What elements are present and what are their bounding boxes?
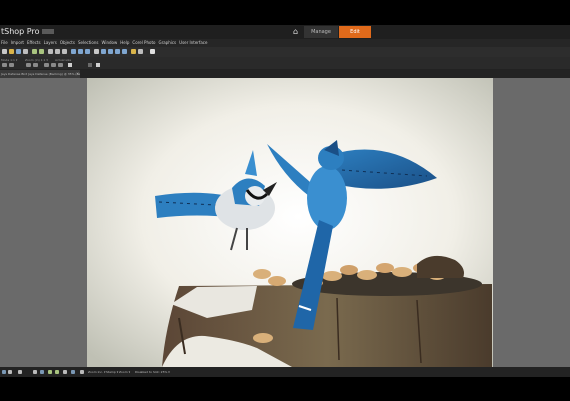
menu-window[interactable]: Window [102, 39, 118, 47]
zoom-out-status-icon[interactable] [55, 370, 59, 374]
undo-history-icon[interactable] [18, 370, 22, 374]
option-actual-label: Actual size [55, 58, 72, 62]
actual-size-icon[interactable] [68, 63, 72, 67]
zoom-actual-icon[interactable] [44, 63, 49, 67]
zoom-fit-icon[interactable] [26, 63, 31, 67]
menu-graphics[interactable]: Graphics [158, 39, 176, 47]
fit-window-icon[interactable] [96, 63, 100, 67]
copy-icon[interactable] [55, 49, 60, 54]
toolbar [0, 47, 570, 57]
undo-icon[interactable] [32, 49, 37, 54]
status-zoom[interactable]: Zoom ▾ [119, 367, 130, 377]
zoom-window-icon[interactable] [33, 63, 38, 67]
adjust-icon[interactable] [131, 49, 136, 54]
tab-edit[interactable]: Edit [339, 26, 371, 38]
menu-user-interface[interactable]: User Interface [179, 39, 207, 47]
camera-icon[interactable] [33, 370, 37, 374]
grid-icon[interactable] [108, 49, 113, 54]
option-zoom-label: Zoom (in) 1:1 ▾ [25, 58, 48, 62]
zoom-in-icon[interactable] [2, 63, 7, 67]
info-icon[interactable] [8, 370, 12, 374]
fit-status-icon[interactable] [71, 370, 75, 374]
lock-icon[interactable] [138, 49, 143, 54]
tab-manage[interactable]: Manage [304, 26, 338, 38]
layers-icon[interactable] [2, 370, 6, 374]
status-stamp[interactable]: Stamp ▾ [106, 367, 118, 377]
document-tab[interactable]: Jays Defense Bird Jays Defense (Backing)… [0, 70, 80, 78]
status-disabled[interactable]: Disabled to Slot: 25% ▾ [135, 367, 170, 377]
save-icon[interactable] [16, 49, 21, 54]
status-zoom-inc[interactable]: Zoom Inc. ▾ [88, 367, 105, 377]
crop-icon[interactable] [71, 49, 76, 54]
status-bar: Zoom Inc. ▾ Stamp ▾ Zoom ▾ Disabled to S… [0, 367, 570, 377]
document-tab-row: Jays Defense Bird Jays Defense (Backing)… [0, 70, 570, 78]
actual-status-icon[interactable] [80, 370, 84, 374]
tool-options-bar: Mode 1:1 ▾ Zoom (in) 1:1 ▾ Actual size [0, 57, 570, 70]
menu-layers[interactable]: Layers [44, 39, 57, 47]
overview-icon[interactable] [63, 370, 67, 374]
redo-icon[interactable] [39, 49, 44, 54]
guides-icon[interactable] [115, 49, 120, 54]
menu-objects[interactable]: Objects [60, 39, 75, 47]
zoom-icon[interactable] [94, 49, 99, 54]
zoom-step-icon[interactable] [51, 63, 56, 67]
fit-icon[interactable] [101, 49, 106, 54]
flip-icon[interactable] [85, 49, 90, 54]
close-icon[interactable]: × [76, 70, 79, 78]
zoom-out-icon[interactable] [9, 63, 14, 67]
print-icon[interactable] [23, 49, 28, 54]
image-canvas[interactable] [87, 78, 493, 367]
option-mode-label: Mode 1:1 ▾ [1, 58, 18, 62]
zoom-mode-icon[interactable] [58, 63, 63, 67]
palette-icon[interactable] [40, 370, 44, 374]
paste-icon[interactable] [62, 49, 67, 54]
separator-icon [88, 63, 92, 67]
menu-file[interactable]: File [1, 39, 8, 47]
menu-import[interactable]: Import [11, 39, 24, 47]
rotate-icon[interactable] [78, 49, 83, 54]
title-bar: tShop Pro ⌂ Manage Edit [0, 25, 570, 39]
workspace [0, 78, 570, 367]
open-icon[interactable] [9, 49, 14, 54]
more-icon[interactable] [150, 49, 155, 54]
cut-icon[interactable] [48, 49, 53, 54]
ruler-icon[interactable] [122, 49, 127, 54]
home-icon[interactable]: ⌂ [290, 27, 301, 37]
app-title: tShop Pro [0, 25, 54, 39]
menu-bar: File Import Effects Layers Objects Selec… [0, 39, 570, 47]
menu-selections[interactable]: Selections [78, 39, 99, 47]
title-tag [41, 29, 54, 34]
menu-help[interactable]: Help [120, 39, 129, 47]
zoom-in-status-icon[interactable] [48, 370, 52, 374]
menu-effects[interactable]: Effects [27, 39, 41, 47]
menu-corel-photo[interactable]: Corel Photo [132, 39, 155, 47]
app-window: tShop Pro ⌂ Manage Edit File Import Effe… [0, 25, 570, 377]
new-icon[interactable] [2, 49, 7, 54]
photo-blue-jays [87, 78, 493, 367]
